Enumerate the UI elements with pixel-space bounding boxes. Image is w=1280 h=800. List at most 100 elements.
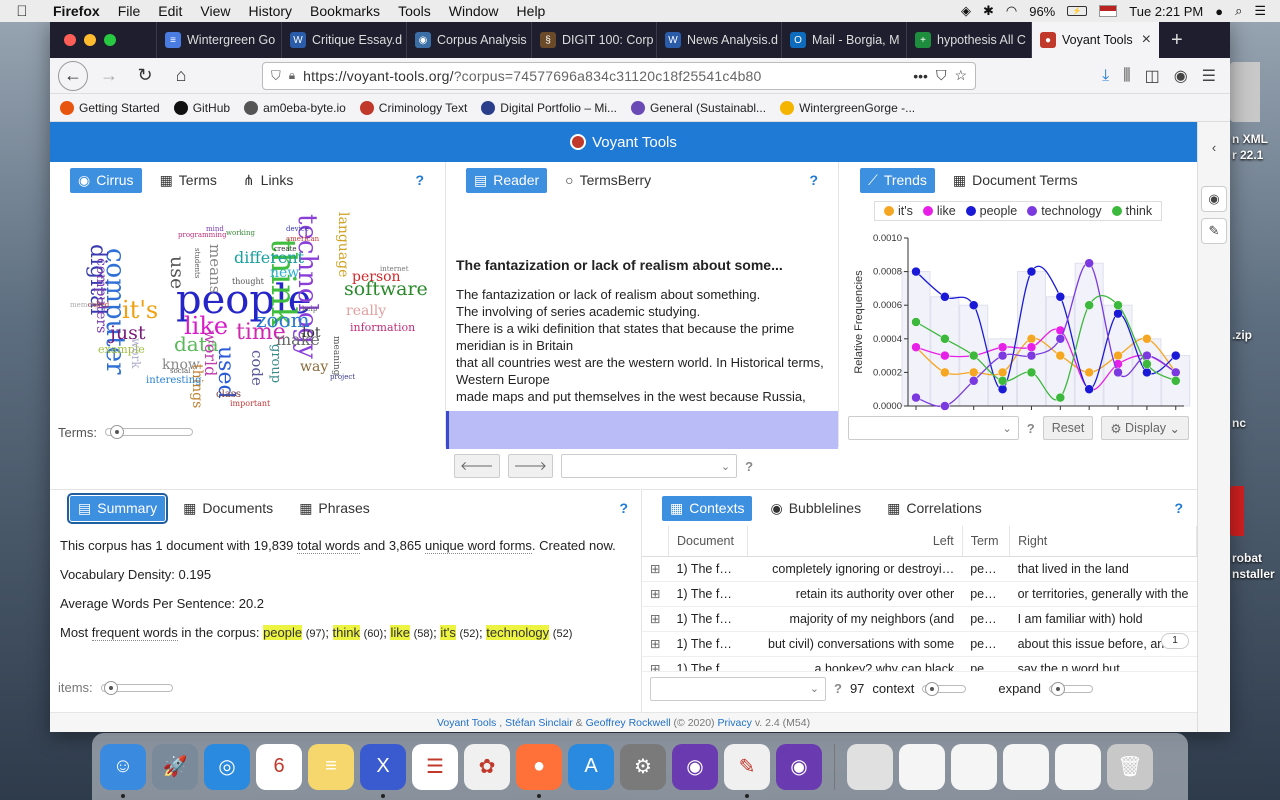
- tab-contexts[interactable]: ▦ Contexts: [662, 495, 753, 521]
- dropbox-icon[interactable]: ◈: [961, 3, 971, 19]
- bluetooth-icon[interactable]: ✱: [983, 3, 994, 19]
- tab-phrases[interactable]: ▦ Phrases: [291, 496, 378, 521]
- maximize-window-button[interactable]: [104, 34, 116, 46]
- desktop-drive-icon[interactable]: [1230, 62, 1260, 122]
- cloud-word[interactable]: things: [189, 364, 205, 408]
- cloud-word[interactable]: code: [248, 350, 266, 386]
- contexts-control-help-icon[interactable]: ?: [834, 681, 842, 696]
- desktop-label[interactable]: nstaller: [1232, 567, 1275, 581]
- desktop-label[interactable]: robat: [1232, 551, 1262, 565]
- cloud-word[interactable]: important: [230, 400, 270, 408]
- menu-file[interactable]: File: [109, 3, 150, 19]
- new-tab-button[interactable]: +: [1159, 29, 1195, 52]
- reload-button[interactable]: ↻: [130, 61, 160, 91]
- pocket-icon[interactable]: ⛉: [936, 67, 947, 84]
- dock-x-app-icon[interactable]: X: [360, 743, 406, 798]
- footer-author-link[interactable]: Stéfan Sinclair: [505, 717, 573, 729]
- reader-progress-strip[interactable]: [446, 411, 838, 449]
- browser-tab[interactable]: ● Voyant Tools ×: [1031, 22, 1159, 58]
- frequent-word-link[interactable]: technology: [486, 625, 550, 640]
- page-actions-icon[interactable]: •••: [913, 68, 928, 84]
- browser-tab[interactable]: O Mail - Borgia, M: [781, 22, 906, 58]
- expand-slider[interactable]: [1049, 681, 1093, 696]
- trends-term-select[interactable]: ⌄: [848, 416, 1019, 440]
- expand-row-icon[interactable]: ⊞: [642, 606, 669, 632]
- menu-view[interactable]: View: [191, 3, 239, 19]
- table-row[interactable]: ⊞ 1) The f… retain its authority over othe…: [642, 581, 1197, 607]
- dock-system-preferences-icon[interactable]: ⚙: [620, 743, 666, 790]
- dock-doc-thumb-1-icon[interactable]: [847, 743, 893, 790]
- url-text[interactable]: https://voyant-tools.org/?corpus=7457769…: [303, 68, 905, 84]
- cloud-word[interactable]: programming: [178, 232, 227, 239]
- menu-app-name[interactable]: Firefox: [44, 3, 109, 19]
- bookmark-item[interactable]: WintergreenGorge -...: [780, 100, 915, 115]
- column-right[interactable]: Right: [1009, 526, 1197, 557]
- reader-document-select[interactable]: ⌄: [561, 454, 738, 478]
- cloud-word[interactable]: work: [129, 338, 143, 369]
- table-row[interactable]: ⊞ 1) The f… but civil) conversations with …: [642, 631, 1197, 657]
- battery-percent[interactable]: 96%: [1029, 4, 1055, 19]
- frequent-word-link[interactable]: like: [390, 625, 410, 640]
- notification-center-icon[interactable]: ☰: [1254, 3, 1266, 19]
- cloud-word[interactable]: internet: [380, 266, 409, 273]
- footer-privacy-link[interactable]: Privacy: [717, 717, 751, 729]
- cloud-word[interactable]: use: [166, 256, 188, 289]
- dock-doc-thumb-3-icon[interactable]: [951, 743, 997, 790]
- cloud-word[interactable]: working: [226, 230, 255, 237]
- terms-slider[interactable]: [105, 425, 193, 439]
- tab-document-terms[interactable]: ▦ Document Terms: [945, 168, 1086, 193]
- reader-help-icon[interactable]: ?: [809, 172, 818, 188]
- forward-button[interactable]: →: [94, 61, 124, 91]
- battery-icon[interactable]: ⚡: [1067, 6, 1088, 16]
- column-document[interactable]: Document: [668, 526, 748, 557]
- expand-slider-knob[interactable]: [1051, 681, 1066, 696]
- user-icon[interactable]: ●: [1215, 4, 1223, 19]
- apple-menu-icon[interactable]: : [0, 3, 44, 20]
- reader-prev-button[interactable]: 🡐: [454, 454, 500, 478]
- expand-row-icon[interactable]: ⊞: [642, 631, 669, 657]
- frequent-word-link[interactable]: it's: [440, 625, 456, 640]
- bookmark-item[interactable]: Getting Started: [60, 100, 160, 115]
- lock-icon[interactable]: 🔒︎: [289, 68, 295, 83]
- contexts-help-icon[interactable]: ?: [1174, 500, 1183, 516]
- dock-photos-icon[interactable]: ✿: [464, 743, 510, 790]
- summary-help-icon[interactable]: ?: [619, 500, 628, 516]
- cloud-word[interactable]: help: [302, 306, 317, 313]
- items-slider[interactable]: [100, 680, 173, 695]
- cloud-word[interactable]: social: [170, 368, 190, 375]
- cloud-word[interactable]: memory: [70, 302, 99, 309]
- cirrus-help-icon[interactable]: ?: [415, 172, 424, 188]
- cloud-word[interactable]: it's: [122, 298, 158, 322]
- terms-slider-knob[interactable]: [109, 425, 124, 439]
- dock-doc-thumb-2-icon[interactable]: [899, 743, 945, 790]
- column-term[interactable]: Term: [962, 526, 1011, 557]
- tab-cirrus[interactable]: ◉ Cirrus: [70, 167, 142, 193]
- cloud-word[interactable]: lot: [302, 326, 321, 340]
- footer-voyant-link[interactable]: Voyant Tools: [437, 717, 496, 729]
- contexts-term-select[interactable]: ⌄: [650, 676, 826, 701]
- dock-app-store-icon[interactable]: A: [568, 743, 614, 790]
- bookmark-item[interactable]: Criminology Text: [359, 100, 467, 115]
- close-tab-icon[interactable]: ×: [1142, 31, 1151, 49]
- voyant-title[interactable]: Voyant Tools: [592, 134, 677, 151]
- cloud-word[interactable]: interesting: [146, 376, 201, 386]
- footer-author-link[interactable]: Geoffrey Rockwell: [586, 717, 671, 729]
- shield-icon[interactable]: ⛉: [271, 68, 281, 84]
- desktop-app-icon[interactable]: [1230, 486, 1244, 536]
- menu-window[interactable]: Window: [440, 3, 508, 19]
- browser-tab[interactable]: ≡ Wintergreen Go: [156, 22, 281, 58]
- menu-tools[interactable]: Tools: [389, 3, 440, 19]
- dock-launchpad-icon[interactable]: 🚀: [152, 743, 198, 790]
- frequent-words-link[interactable]: frequent words: [91, 625, 178, 641]
- cloud-word[interactable]: really: [346, 304, 386, 318]
- frequent-word-link[interactable]: think: [332, 625, 361, 640]
- context-slider[interactable]: [922, 681, 967, 696]
- trends-control-help-icon[interactable]: ?: [1027, 421, 1035, 436]
- bookmark-item[interactable]: GitHub: [173, 100, 230, 115]
- cloud-word[interactable]: language: [335, 212, 351, 277]
- cloud-word[interactable]: means: [206, 244, 224, 293]
- unique-forms-link[interactable]: unique word forms: [424, 538, 532, 554]
- dock-github-desktop-icon[interactable]: ◉: [672, 743, 718, 790]
- back-button[interactable]: ←: [58, 60, 88, 91]
- table-row[interactable]: ⊞ 1) The f… a honkey? why can black pe… say …: [642, 656, 1197, 671]
